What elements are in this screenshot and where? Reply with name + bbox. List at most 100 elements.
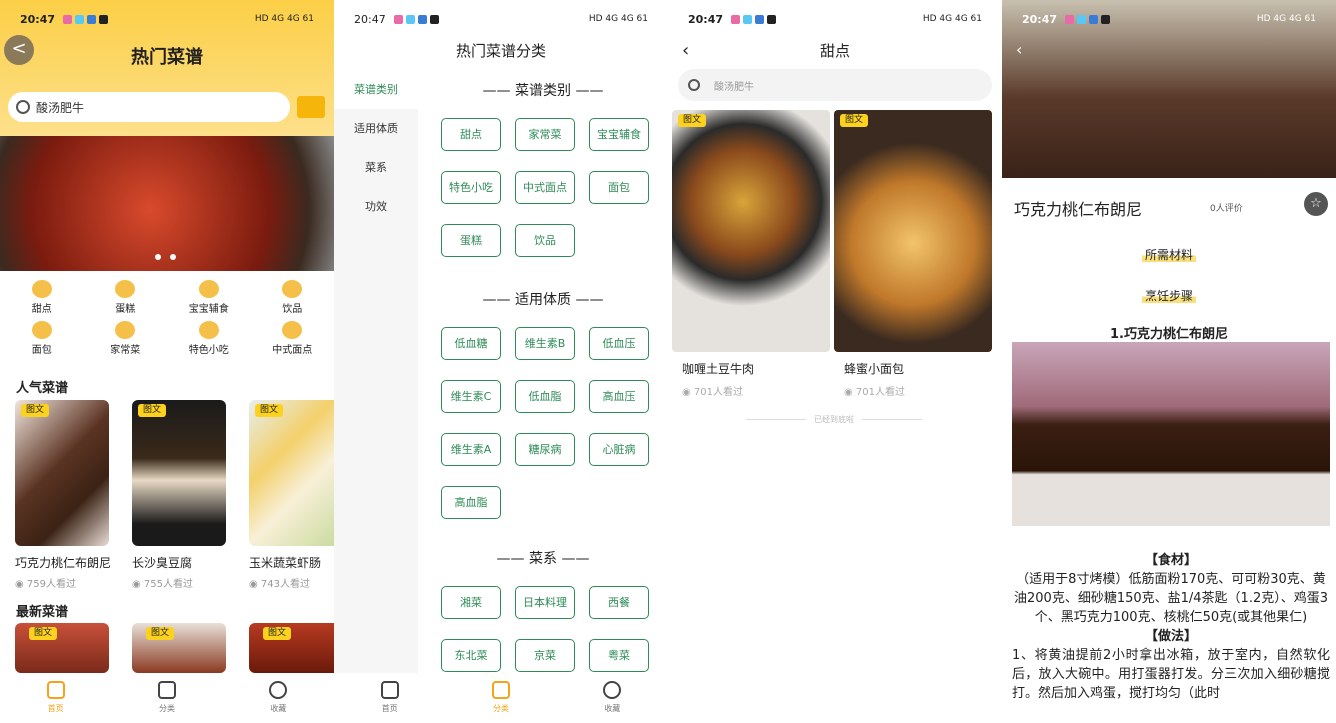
category-chip[interactable]: 特色小吃 [441, 171, 501, 204]
recipe-card[interactable]: 图文 蜂蜜小面包 ◉ 701人看过 [834, 110, 992, 398]
category-group: —— 菜系 —— 湘菜 日本料理 西餐 东北菜 京菜 粤菜 [418, 548, 668, 672]
category-chip[interactable]: 高血压 [589, 380, 649, 413]
eye-icon: ◉ [132, 579, 144, 590]
page-title: 热门菜谱分类 [455, 42, 546, 60]
donut-icon [31, 280, 52, 298]
category-chip[interactable]: 粤菜 [589, 639, 649, 672]
category-chip[interactable]: 湘菜 [441, 586, 501, 619]
recipe-views: ◉ 759人看过 [15, 579, 76, 590]
tag-badge: 图文 [255, 404, 284, 417]
back-icon[interactable]: ‹ [1016, 40, 1022, 59]
category-chip[interactable]: 心脏病 [589, 433, 649, 466]
category-grid: 甜点 蛋糕 宝宝辅食 饮品 面包 家常菜 特色小吃 中式面点 [0, 280, 334, 356]
recipe-card[interactable]: 图文 咖喱土豆牛肉 ◉ 701人看过 [672, 110, 830, 398]
category-chip[interactable]: 中式面点 [515, 171, 575, 204]
home-icon [380, 681, 399, 699]
category-item[interactable]: 家常菜 [84, 321, 168, 356]
search-input[interactable]: 酸汤肥牛 [678, 69, 992, 101]
tab-favorite[interactable]: 收藏 [557, 673, 668, 723]
tab-home[interactable]: 首页 [334, 673, 445, 723]
tab-favorite[interactable]: 收藏 [223, 673, 334, 723]
grid-icon [157, 681, 176, 699]
category-chip[interactable]: 西餐 [589, 586, 649, 619]
status-icons: HD 4G 4G 61 [1256, 14, 1316, 24]
tag-badge: 图文 [678, 114, 707, 127]
sidebar-item[interactable]: 功效 [334, 187, 418, 226]
folder-icon[interactable] [297, 96, 325, 118]
tag-badge: 图文 [138, 404, 167, 417]
tab-bar: 首页 分类 收藏 [334, 673, 668, 723]
popular-title: 人气菜谱 [16, 381, 69, 396]
recipe-name: 咖喱土豆牛肉 [682, 362, 755, 376]
status-icons: HD 4G 4G 61 [588, 14, 648, 24]
page-title: 甜点 [819, 42, 850, 60]
latest-title: 最新菜谱 [16, 605, 69, 620]
eye-icon: ◉ [15, 579, 27, 590]
category-item[interactable]: 饮品 [251, 280, 335, 315]
bun-icon [282, 321, 303, 339]
recipe-image: 图文 [15, 400, 109, 546]
sidebar-item[interactable]: 适用体质 [334, 109, 418, 148]
status-icons: HD 4G 4G 61 [922, 14, 982, 24]
category-chip[interactable]: 低血脂 [515, 380, 575, 413]
category-chip[interactable]: 饮品 [515, 224, 575, 257]
category-chip[interactable]: 低血压 [589, 327, 649, 360]
tab-category[interactable]: 分类 [445, 673, 556, 723]
sidebar-item[interactable]: 菜谱类别 [334, 70, 418, 109]
category-chip[interactable]: 日本料理 [515, 586, 575, 619]
group-title: —— 菜谱类别 —— [482, 83, 604, 99]
recipe-card[interactable]: 图文 [249, 623, 334, 673]
recipe-name: 蜂蜜小面包 [844, 362, 905, 376]
favorite-star-icon[interactable]: ☆ [1304, 192, 1328, 216]
category-item[interactable]: 甜点 [0, 280, 84, 315]
status-bar: 20:47 HD 4G 4G 61 [1002, 0, 1336, 38]
tag-badge: 图文 [263, 627, 292, 640]
category-chip[interactable]: 家常菜 [515, 118, 575, 151]
tag-badge: 图文 [21, 404, 50, 417]
star-icon [269, 681, 288, 699]
category-chip[interactable]: 宝宝辅食 [589, 118, 649, 151]
category-item[interactable]: 面包 [0, 321, 84, 356]
category-group: —— 菜谱类别 —— 甜点 家常菜 宝宝辅食 特色小吃 中式面点 面包 蛋糕 饮… [418, 80, 668, 257]
tab-home[interactable]: 首页 [0, 673, 111, 723]
search-input[interactable]: 酸汤肥牛 [8, 92, 290, 122]
status-time: 20:47 [1022, 12, 1058, 26]
category-chip[interactable]: 低血糖 [441, 327, 501, 360]
category-chip[interactable]: 糖尿病 [515, 433, 575, 466]
group-title: —— 菜系 —— [496, 551, 590, 567]
category-item[interactable]: 蛋糕 [84, 280, 168, 315]
materials-label: 所需材料 [1002, 246, 1336, 263]
step-title: 1.巧克力桃仁布朗尼 [1110, 327, 1228, 342]
category-chip[interactable]: 高血脂 [441, 486, 501, 519]
recipe-card[interactable]: 图文 [132, 623, 226, 673]
grid-icon [491, 681, 510, 699]
category-chip[interactable]: 维生素C [441, 380, 501, 413]
category-item[interactable]: 宝宝辅食 [167, 280, 251, 315]
search-icon [16, 100, 30, 114]
detail-screen: 20:47 HD 4G 4G 61 ‹ 巧克力桃仁布朗尼 0人评价 ☆ 所需材料… [1002, 0, 1336, 723]
category-chip[interactable]: 蛋糕 [441, 224, 501, 257]
category-chip[interactable]: 维生素B [515, 327, 575, 360]
recipe-image: 图文 [249, 400, 334, 546]
category-item[interactable]: 中式面点 [251, 321, 335, 356]
category-screen: 20:47 HD 4G 4G 61 热门菜谱分类 菜谱类别 适用体质 菜系 功效… [334, 0, 668, 723]
category-chip[interactable]: 京菜 [515, 639, 575, 672]
category-chip[interactable]: 东北菜 [441, 639, 501, 672]
group-title: —— 适用体质 —— [482, 292, 604, 308]
banner-image[interactable] [0, 136, 334, 271]
category-chip[interactable]: 维生素A [441, 433, 501, 466]
tab-category[interactable]: 分类 [111, 673, 222, 723]
tag-badge: 图文 [29, 627, 58, 640]
eye-icon: ◉ [249, 579, 261, 590]
recipe-views: ◉ 701人看过 [844, 387, 905, 398]
tag-badge: 图文 [146, 627, 175, 640]
banner-dot [170, 254, 176, 260]
recipe-card[interactable]: 图文 [15, 623, 109, 673]
sidebar-item[interactable]: 菜系 [334, 148, 418, 187]
recipe-card[interactable]: 图文 长沙臭豆腐 ◉ 755人看过 [132, 400, 226, 590]
category-chip[interactable]: 甜点 [441, 118, 501, 151]
recipe-card[interactable]: 图文 玉米蔬菜虾肠 ◉ 743人看过 [249, 400, 334, 590]
category-chip[interactable]: 面包 [589, 171, 649, 204]
recipe-card[interactable]: 图文 巧克力桃仁布朗尼 ◉ 759人看过 [15, 400, 111, 590]
category-item[interactable]: 特色小吃 [167, 321, 251, 356]
